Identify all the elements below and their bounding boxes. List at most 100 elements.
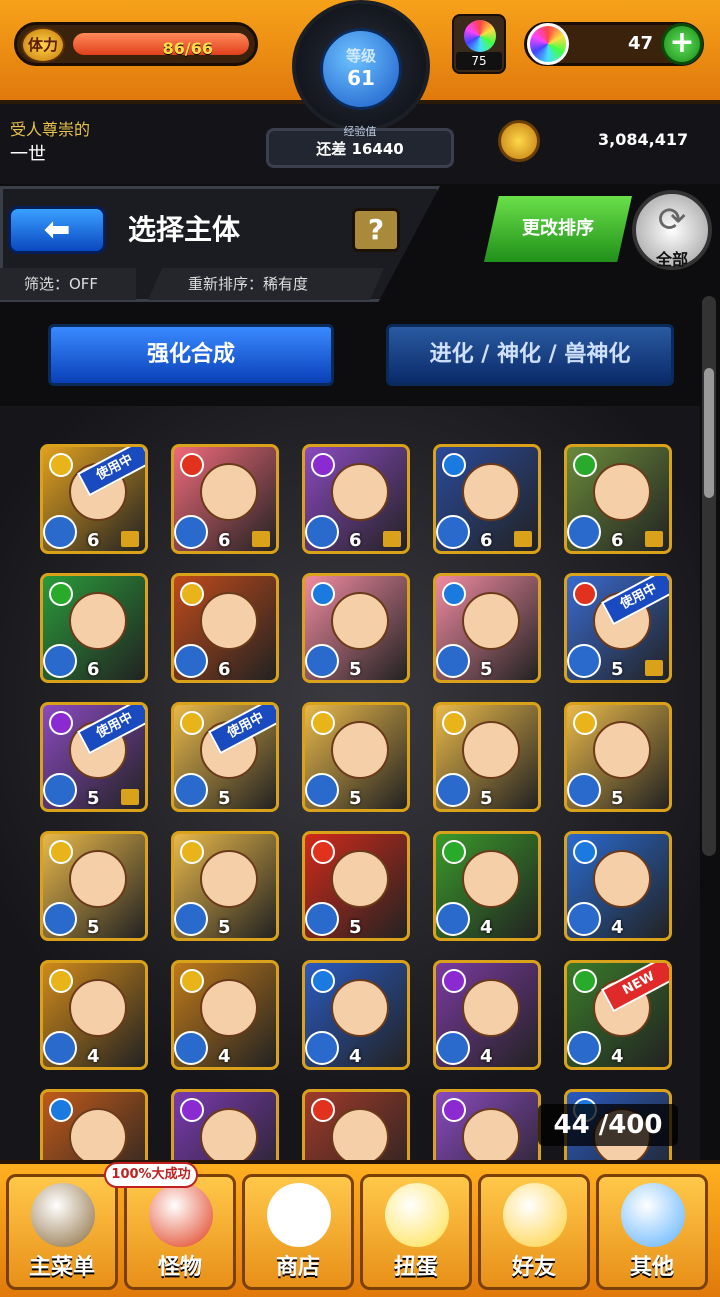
element-icon [311, 840, 335, 864]
nav-label: 其他 [629, 1255, 674, 1280]
change-sort-button[interactable]: 更改排序 [484, 196, 632, 262]
nav-label: 主菜单 [28, 1255, 95, 1280]
tab-power-up[interactable]: 强化合成 [48, 324, 334, 386]
monster-card[interactable]: 5 使用中 [171, 702, 279, 812]
monster-card[interactable] [302, 1089, 410, 1166]
element-icon [311, 1098, 335, 1122]
element-icon [573, 711, 597, 735]
monster-card[interactable]: 5 [433, 702, 541, 812]
element-icon [49, 582, 73, 606]
nav-item-0[interactable]: 主菜单 [6, 1174, 118, 1290]
nav-item-5[interactable]: 其他 [596, 1174, 708, 1290]
monster-card[interactable]: 5 [433, 573, 541, 683]
help-button[interactable]: ? [352, 208, 400, 252]
monster-card[interactable]: 4 [171, 960, 279, 1070]
monster-card[interactable]: 4 [433, 831, 541, 941]
monster-portrait [593, 850, 651, 908]
monster-card[interactable]: 4 NEW [564, 960, 672, 1070]
element-icon [442, 711, 466, 735]
monster-portrait [331, 463, 389, 521]
skill-badge-icon [43, 644, 77, 678]
skill-badge-icon [305, 902, 339, 936]
nav-item-1[interactable]: 怪物 [124, 1174, 236, 1290]
back-button[interactable]: ⬅ [8, 206, 106, 254]
skill-badge-icon [174, 644, 208, 678]
orb-counter: 47 + [524, 22, 704, 66]
lock-icon [645, 531, 663, 547]
refresh-icon: ⟳ [657, 200, 687, 240]
coin-count: 3,084,417 [598, 130, 689, 149]
rarity-level: 5 [218, 917, 231, 938]
tab-evolve[interactable]: 进化 / 神化 / 兽神化 [386, 324, 674, 386]
nav-item-2[interactable]: 商店 [242, 1174, 354, 1290]
rarity-level: 5 [611, 659, 624, 680]
monster-card[interactable]: 6 [171, 573, 279, 683]
nav-item-3[interactable]: 扭蛋 [360, 1174, 472, 1290]
monster-card[interactable]: 5 [302, 573, 410, 683]
show-all-button[interactable]: ⟳ 全部 [632, 190, 712, 270]
box-counter: 44 /400 [538, 1104, 678, 1146]
gem-counter[interactable]: 75 [452, 14, 506, 74]
monster-portrait [462, 850, 520, 908]
nav-label: 好友 [511, 1255, 556, 1280]
rarity-level: 5 [480, 659, 493, 680]
stamina-icon: 体力 [21, 27, 65, 63]
rarity-level: 5 [87, 788, 100, 809]
skill-badge-icon [174, 902, 208, 936]
monster-portrait [200, 979, 258, 1037]
rarity-level: 4 [218, 1046, 231, 1067]
monster-portrait [69, 979, 127, 1037]
monster-card[interactable]: 5 [564, 702, 672, 812]
skill-badge-icon [436, 773, 470, 807]
monster-card[interactable] [40, 1089, 148, 1166]
nav-item-4[interactable]: 好友 [478, 1174, 590, 1290]
rarity-level: 6 [87, 659, 100, 680]
friends-balloon-icon [503, 1183, 567, 1247]
monster-portrait [200, 592, 258, 650]
monster-portrait [593, 463, 651, 521]
monster-card[interactable]: 6 [40, 573, 148, 683]
monster-card[interactable] [171, 1089, 279, 1166]
rarity-level: 6 [218, 530, 231, 551]
monster-card[interactable]: 5 [171, 831, 279, 941]
nav-label: 怪物 [157, 1255, 202, 1280]
rarity-level: 5 [611, 788, 624, 809]
monster-card[interactable]: 6 [564, 444, 672, 554]
level-badge: 等级 61 [292, 0, 430, 132]
home-gate-icon [31, 1183, 95, 1247]
monster-card[interactable]: 6 使用中 [40, 444, 148, 554]
gem-count: 75 [456, 52, 502, 70]
monster-card[interactable]: 4 [40, 960, 148, 1070]
monster-card[interactable]: 5 使用中 [564, 573, 672, 683]
monster-card[interactable]: 5 [40, 831, 148, 941]
lock-icon [252, 531, 270, 547]
element-icon [49, 840, 73, 864]
skill-badge-icon [567, 902, 601, 936]
monster-card[interactable]: 6 [171, 444, 279, 554]
rarity-level: 6 [480, 530, 493, 551]
monster-portrait [462, 979, 520, 1037]
skill-badge-icon [567, 644, 601, 678]
monster-card[interactable]: 5 [302, 702, 410, 812]
monster-portrait [462, 1108, 520, 1166]
add-orbs-button[interactable]: + [661, 23, 703, 65]
monster-card[interactable]: 5 使用中 [40, 702, 148, 812]
monster-card[interactable]: 4 [433, 960, 541, 1070]
monster-card[interactable]: 4 [302, 960, 410, 1070]
monster-card[interactable]: 6 [433, 444, 541, 554]
sort-selector[interactable]: 重新排序：稀有度 [148, 268, 384, 300]
skill-badge-icon [305, 1031, 339, 1065]
monster-card[interactable]: 5 [302, 831, 410, 941]
monster-grid: 6 使用中 6 6 6 6 6 6 5 5 5 使用中 5 使用中 5 使用中 5 5 5 5 5 5 4 4 4 4 4 4 4 NEW [0, 406, 700, 1166]
exp-label: 经验值 [343, 125, 377, 138]
scrollbar[interactable] [702, 296, 716, 856]
monster-card[interactable] [433, 1089, 541, 1166]
rarity-level: 5 [480, 788, 493, 809]
monster-card[interactable]: 4 [564, 831, 672, 941]
scroll-thumb[interactable] [704, 368, 714, 498]
rarity-level: 4 [480, 917, 493, 938]
element-icon [311, 969, 335, 993]
element-icon [573, 969, 597, 993]
monster-card[interactable]: 6 [302, 444, 410, 554]
filter-toggle[interactable]: 筛选：OFF [0, 268, 136, 300]
